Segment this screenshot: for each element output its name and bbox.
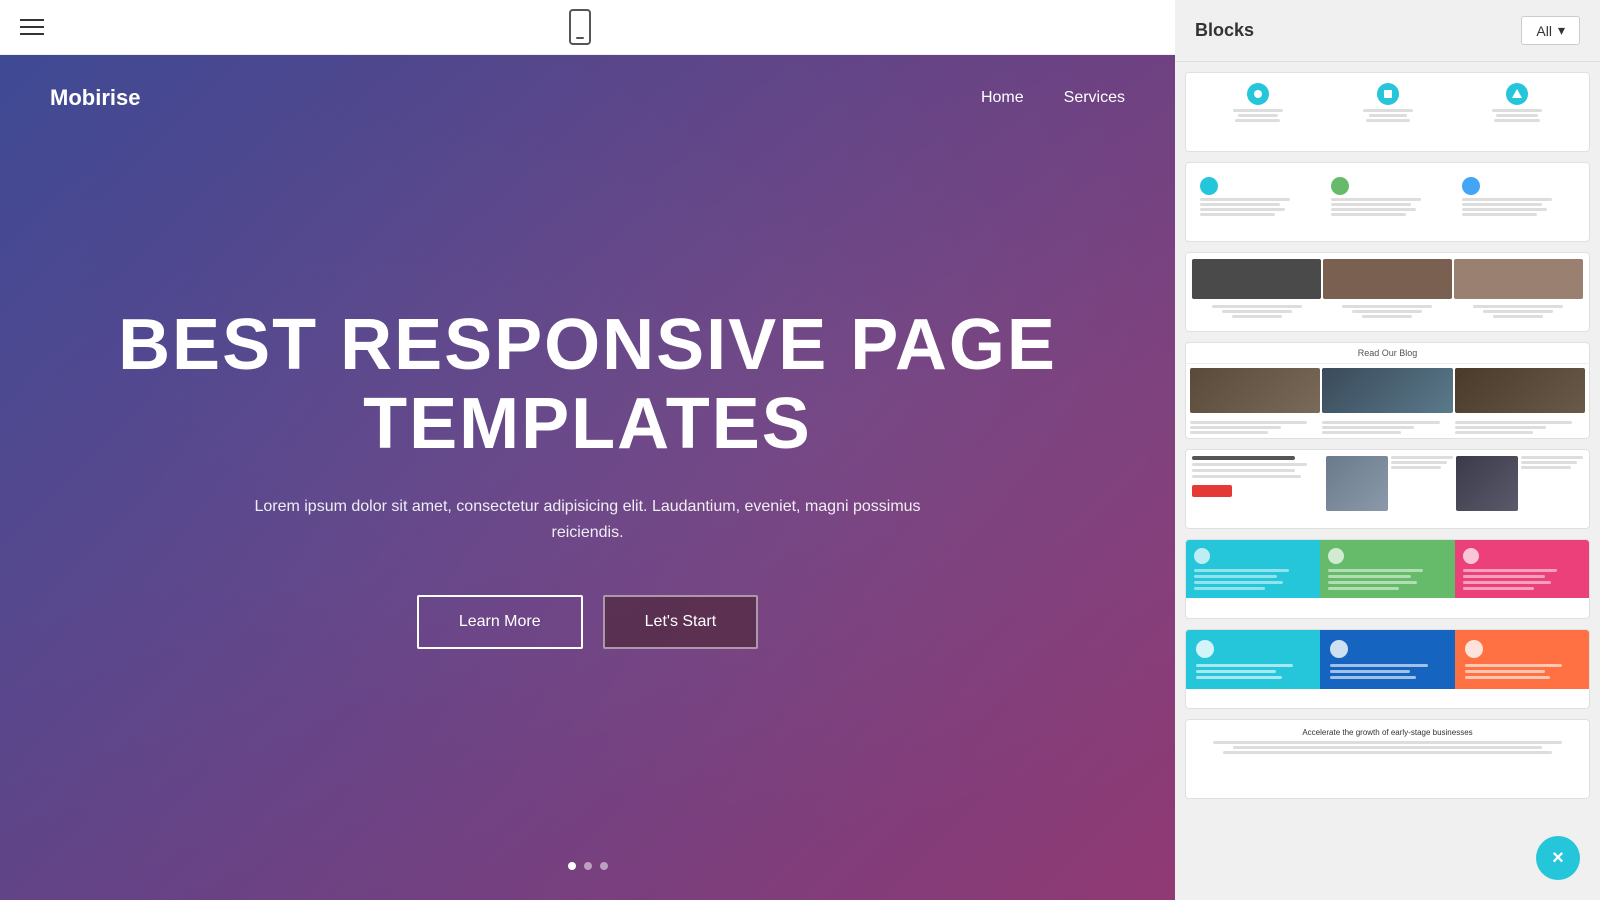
color-block-blue: [1320, 630, 1454, 689]
colored-feature-1: [1194, 171, 1319, 222]
photo-row-top: [1192, 259, 1583, 299]
feature-icon-2: [1377, 83, 1399, 105]
hero-content: BEST RESPONSIVE PAGE TEMPLATES Lorem ips…: [0, 55, 1175, 900]
colored-feature-2: [1325, 171, 1450, 222]
news-button: [1192, 485, 1232, 497]
dot-3[interactable]: [600, 862, 608, 870]
blog-header: Read Our Blog: [1186, 343, 1589, 364]
dropdown-chevron: ▾: [1558, 22, 1565, 39]
main-area: Mobirise Home Services BEST RESPONSIVE P…: [0, 0, 1175, 900]
panel-icon-3: [1463, 548, 1479, 564]
lets-start-button[interactable]: Let's Start: [603, 595, 759, 649]
feature-item-3: [1455, 83, 1579, 122]
blue-dot: [1462, 177, 1480, 195]
news-text-2: [1521, 456, 1583, 511]
hero-title: BEST RESPONSIVE PAGE TEMPLATES: [80, 306, 1095, 464]
close-sidebar-button[interactable]: ×: [1536, 836, 1580, 880]
feature-item-2: [1326, 83, 1450, 122]
feature-item-1: [1196, 83, 1320, 122]
photo-thumb-3: [1454, 259, 1583, 299]
panel-teal: [1186, 540, 1320, 598]
block-card-color-blocks[interactable]: [1185, 629, 1590, 709]
device-preview-icon[interactable]: [569, 9, 591, 45]
panel-pink: [1455, 540, 1589, 598]
block-card-news[interactable]: [1185, 449, 1590, 529]
startup-title: Accelerate the growth of early-stage bus…: [1194, 728, 1581, 737]
hero-section: Mobirise Home Services BEST RESPONSIVE P…: [0, 55, 1175, 900]
photo-thumb-1: [1192, 259, 1321, 299]
learn-more-button[interactable]: Learn More: [417, 595, 583, 649]
blog-texts: [1186, 417, 1589, 438]
dot-2[interactable]: [584, 862, 592, 870]
feature-icon-1: [1247, 83, 1269, 105]
block-card-colored-panels[interactable]: [1185, 539, 1590, 619]
color-block-teal: [1186, 630, 1320, 689]
filter-dropdown[interactable]: All ▾: [1521, 16, 1580, 45]
cb-icon-2: [1330, 640, 1348, 658]
blocks-list: Read Our Blog: [1175, 62, 1600, 809]
block-card-photo-grid[interactable]: [1185, 252, 1590, 332]
panel-icon-1: [1194, 548, 1210, 564]
blog-photo-1: [1190, 368, 1320, 413]
news-text-1: [1391, 456, 1453, 511]
filter-label: All: [1536, 23, 1552, 39]
panel-icon-2: [1328, 548, 1344, 564]
feature-icon-3: [1506, 83, 1528, 105]
blocks-sidebar: Blocks All ▾: [1175, 0, 1600, 900]
news-photo-1: [1326, 456, 1388, 511]
hero-buttons: Learn More Let's Start: [417, 595, 758, 649]
blog-photo-3: [1455, 368, 1585, 413]
startup-text: [1194, 741, 1581, 754]
news-right-col: [1326, 456, 1583, 511]
photo-captions: [1192, 301, 1583, 322]
blog-photos: [1186, 364, 1589, 417]
sidebar-title: Blocks: [1195, 20, 1254, 41]
dot-1[interactable]: [568, 862, 576, 870]
blog-photo-2: [1322, 368, 1452, 413]
hamburger-menu[interactable]: [20, 19, 44, 35]
colored-feature-3: [1456, 171, 1581, 222]
carousel-dots: [568, 862, 608, 870]
photo-thumb-2: [1323, 259, 1452, 299]
news-left-col: [1192, 456, 1320, 511]
cb-icon-3: [1465, 640, 1483, 658]
panel-green: [1320, 540, 1454, 598]
sidebar-header: Blocks All ▾: [1175, 0, 1600, 62]
color-block-orange: [1455, 630, 1589, 689]
news-title: [1192, 456, 1295, 460]
news-photo-2: [1456, 456, 1518, 511]
block-card-colored-features[interactable]: [1185, 162, 1590, 242]
block-card-features-icon[interactable]: [1185, 72, 1590, 152]
block-card-startup[interactable]: Accelerate the growth of early-stage bus…: [1185, 719, 1590, 799]
top-bar: [0, 0, 1175, 55]
teal-dot: [1200, 177, 1218, 195]
hero-subtitle: Lorem ipsum dolor sit amet, consectetur …: [238, 494, 938, 545]
block-card-blog[interactable]: Read Our Blog: [1185, 342, 1590, 439]
sidebar-wrapper: Read Our Blog: [1175, 62, 1600, 900]
cb-icon-1: [1196, 640, 1214, 658]
green-dot: [1331, 177, 1349, 195]
